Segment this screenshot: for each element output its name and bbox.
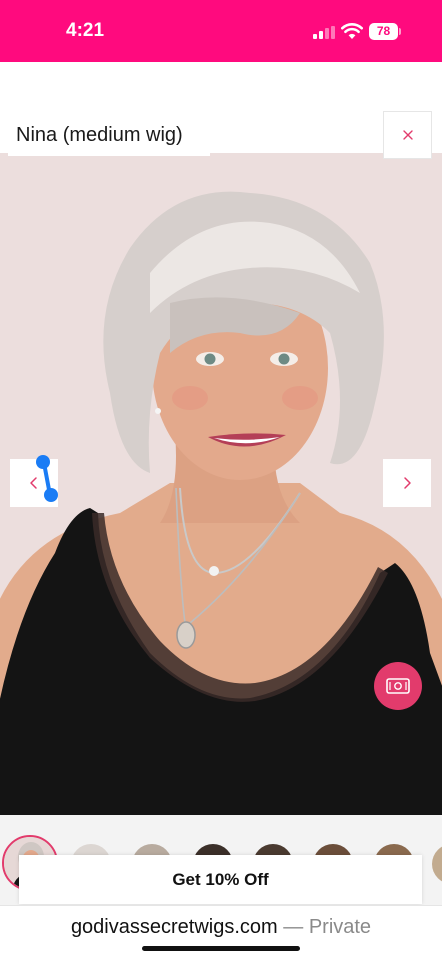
next-image-button[interactable] [383,459,431,507]
banknote-icon [386,678,410,694]
status-bar: 4:21 78 [0,0,442,62]
product-title: Nina (medium wig) [16,124,183,146]
offer-label: Get 10% Off [172,869,269,889]
address-domain: godivassecretwigs.com [70,916,278,938]
cellular-signal-icon [313,26,337,39]
product-photo [0,153,442,815]
app-screen: 4:21 78 Nina (medium wig) Get 10% Off go… [0,0,442,960]
battery-level: 78 [369,23,398,40]
wifi-icon [341,23,363,39]
address-separator: — [283,916,304,938]
home-indicator [142,946,300,951]
chevron-right-icon [404,477,411,489]
thumbnail-8[interactable] [432,844,442,884]
product-title-box: Nina (medium wig) [8,116,210,156]
battery-icon: 78 [369,23,401,40]
status-time: 4:21 [66,20,105,41]
close-button[interactable] [383,111,432,159]
price-button[interactable] [374,662,422,710]
private-mode-label: Private [308,916,372,938]
browser-address-bar[interactable]: godivassecretwigs.com — Private [0,905,442,960]
discount-offer-button[interactable]: Get 10% Off [19,855,422,904]
model-image [0,191,442,815]
close-icon [402,130,413,140]
compare-slider-handle-icon[interactable] [34,455,60,503]
